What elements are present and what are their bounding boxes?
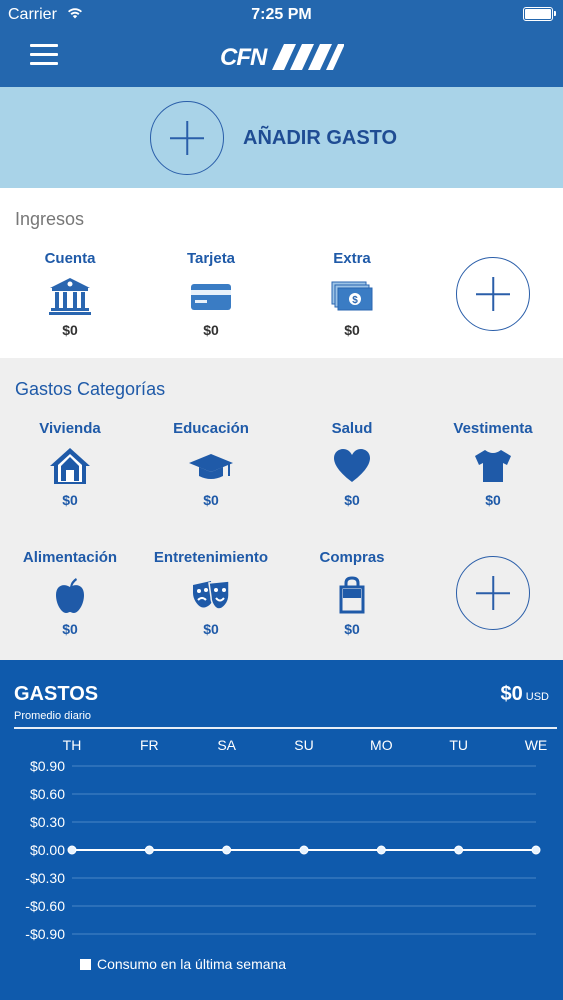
- category-amount: $0: [344, 621, 360, 637]
- y-tick-label: $0.00: [30, 842, 65, 858]
- category-alimentacion[interactable]: Alimentación $0: [0, 549, 140, 637]
- menu-button[interactable]: [30, 44, 58, 66]
- house-icon: [50, 448, 90, 484]
- data-point[interactable]: [144, 845, 154, 855]
- legend-label: Consumo en la última semana: [97, 956, 287, 972]
- bank-icon: [49, 278, 91, 315]
- category-amount: $0: [344, 492, 360, 508]
- category-name: Compras: [319, 549, 385, 566]
- category-name: Tarjeta: [186, 250, 236, 267]
- svg-text:$: $: [352, 295, 358, 306]
- y-tick-label: $0.90: [30, 758, 65, 774]
- add-category-button[interactable]: [456, 556, 530, 630]
- cash-icon: $: [331, 281, 373, 311]
- legend-swatch: [80, 959, 91, 970]
- x-tick-label: MO: [370, 737, 393, 753]
- add-expense-label[interactable]: AÑADIR GASTO: [243, 127, 397, 150]
- category-vivienda[interactable]: Vivienda $0: [0, 420, 140, 508]
- expenses-chart: TH FR SA SU MO TU WE $0.90 $0.60 $0.30 $0.00 -$0.30…: [25, 737, 548, 942]
- x-tick-label: FR: [140, 737, 159, 753]
- category-amount: $0: [62, 492, 78, 508]
- heart-icon: [334, 449, 370, 482]
- data-point[interactable]: [531, 845, 541, 855]
- add-income-button[interactable]: [456, 257, 530, 331]
- logo-stripes-icon: [272, 44, 344, 70]
- category-name: Vestimenta: [453, 420, 533, 437]
- y-tick-label: $0.60: [30, 786, 65, 802]
- logo-text: CFN: [220, 44, 267, 71]
- menu-line: [30, 53, 58, 56]
- credit-card-icon: [191, 284, 231, 310]
- y-tick-label: -$0.30: [25, 870, 65, 886]
- battery-icon: [523, 7, 556, 21]
- category-amount: $0: [62, 322, 78, 338]
- income-tarjeta[interactable]: Tarjeta $0: [141, 250, 281, 338]
- x-tick-label: TH: [63, 737, 82, 753]
- add-expense-banner: AÑADIR GASTO: [0, 87, 563, 188]
- x-tick-label: TU: [449, 737, 468, 753]
- chart-legend[interactable]: Consumo en la última semana: [80, 956, 286, 972]
- y-tick-label: -$0.60: [25, 898, 65, 914]
- category-compras[interactable]: Compras $0: [282, 549, 422, 637]
- category-entretenimiento[interactable]: Entretenimiento $0: [141, 549, 281, 637]
- clock: 7:25 PM: [251, 6, 312, 23]
- category-name: Alimentación: [22, 549, 118, 566]
- cfn-logo: CFN: [220, 42, 344, 72]
- x-tick-label: SU: [294, 737, 313, 753]
- menu-line: [30, 62, 58, 65]
- graduation-cap-icon: [189, 454, 233, 479]
- category-salud[interactable]: Salud $0: [282, 420, 422, 508]
- income-section: Ingresos Cuenta $0 Tarjeta $0 Extra $ $0: [0, 188, 563, 358]
- expense-categories-section: Gastos Categorías Vivienda $0 Educación …: [0, 358, 563, 660]
- income-extra[interactable]: Extra $ $0: [282, 250, 422, 338]
- income-title: Ingresos: [15, 209, 85, 229]
- menu-line: [30, 44, 58, 47]
- category-name: Educación: [173, 420, 249, 437]
- data-point[interactable]: [376, 845, 386, 855]
- category-educacion[interactable]: Educación $0: [141, 420, 281, 508]
- add-expense-button[interactable]: [150, 101, 224, 175]
- data-point[interactable]: [222, 845, 232, 855]
- apple-icon: [56, 578, 84, 613]
- status-bar: Carrier 7:25 PM: [0, 4, 563, 26]
- data-point[interactable]: [454, 845, 464, 855]
- category-amount: $0: [485, 492, 501, 508]
- category-amount: $0: [203, 621, 219, 637]
- category-name: Cuenta: [44, 250, 96, 267]
- category-name: Entretenimiento: [153, 549, 269, 566]
- y-tick-label: $0.30: [30, 814, 65, 830]
- x-tick-label: WE: [525, 737, 548, 753]
- y-tick-label: -$0.90: [25, 926, 65, 942]
- category-vestimenta[interactable]: Vestimenta $0: [423, 420, 563, 508]
- category-name: Salud: [331, 420, 373, 437]
- shopping-bag-icon: [339, 576, 365, 614]
- category-amount: $0: [62, 621, 78, 637]
- data-point[interactable]: [299, 845, 309, 855]
- category-amount: $0: [344, 322, 360, 338]
- expenses-panel: GASTOS Promedio diario $0 USD TH FR SA SU MO…: [0, 660, 563, 1000]
- theater-masks-icon: [193, 580, 230, 610]
- category-amount: $0: [203, 322, 219, 338]
- category-amount: $0: [203, 492, 219, 508]
- x-tick-label: SA: [217, 737, 236, 753]
- tshirt-icon: [475, 450, 511, 482]
- data-point[interactable]: [67, 845, 77, 855]
- expense-categories-title: Gastos Categorías: [15, 379, 166, 399]
- category-name: Vivienda: [39, 420, 101, 437]
- top-bar: Carrier 7:25 PM CFN: [0, 0, 563, 87]
- income-cuenta[interactable]: Cuenta $0: [0, 250, 140, 338]
- category-name: Extra: [333, 250, 371, 267]
